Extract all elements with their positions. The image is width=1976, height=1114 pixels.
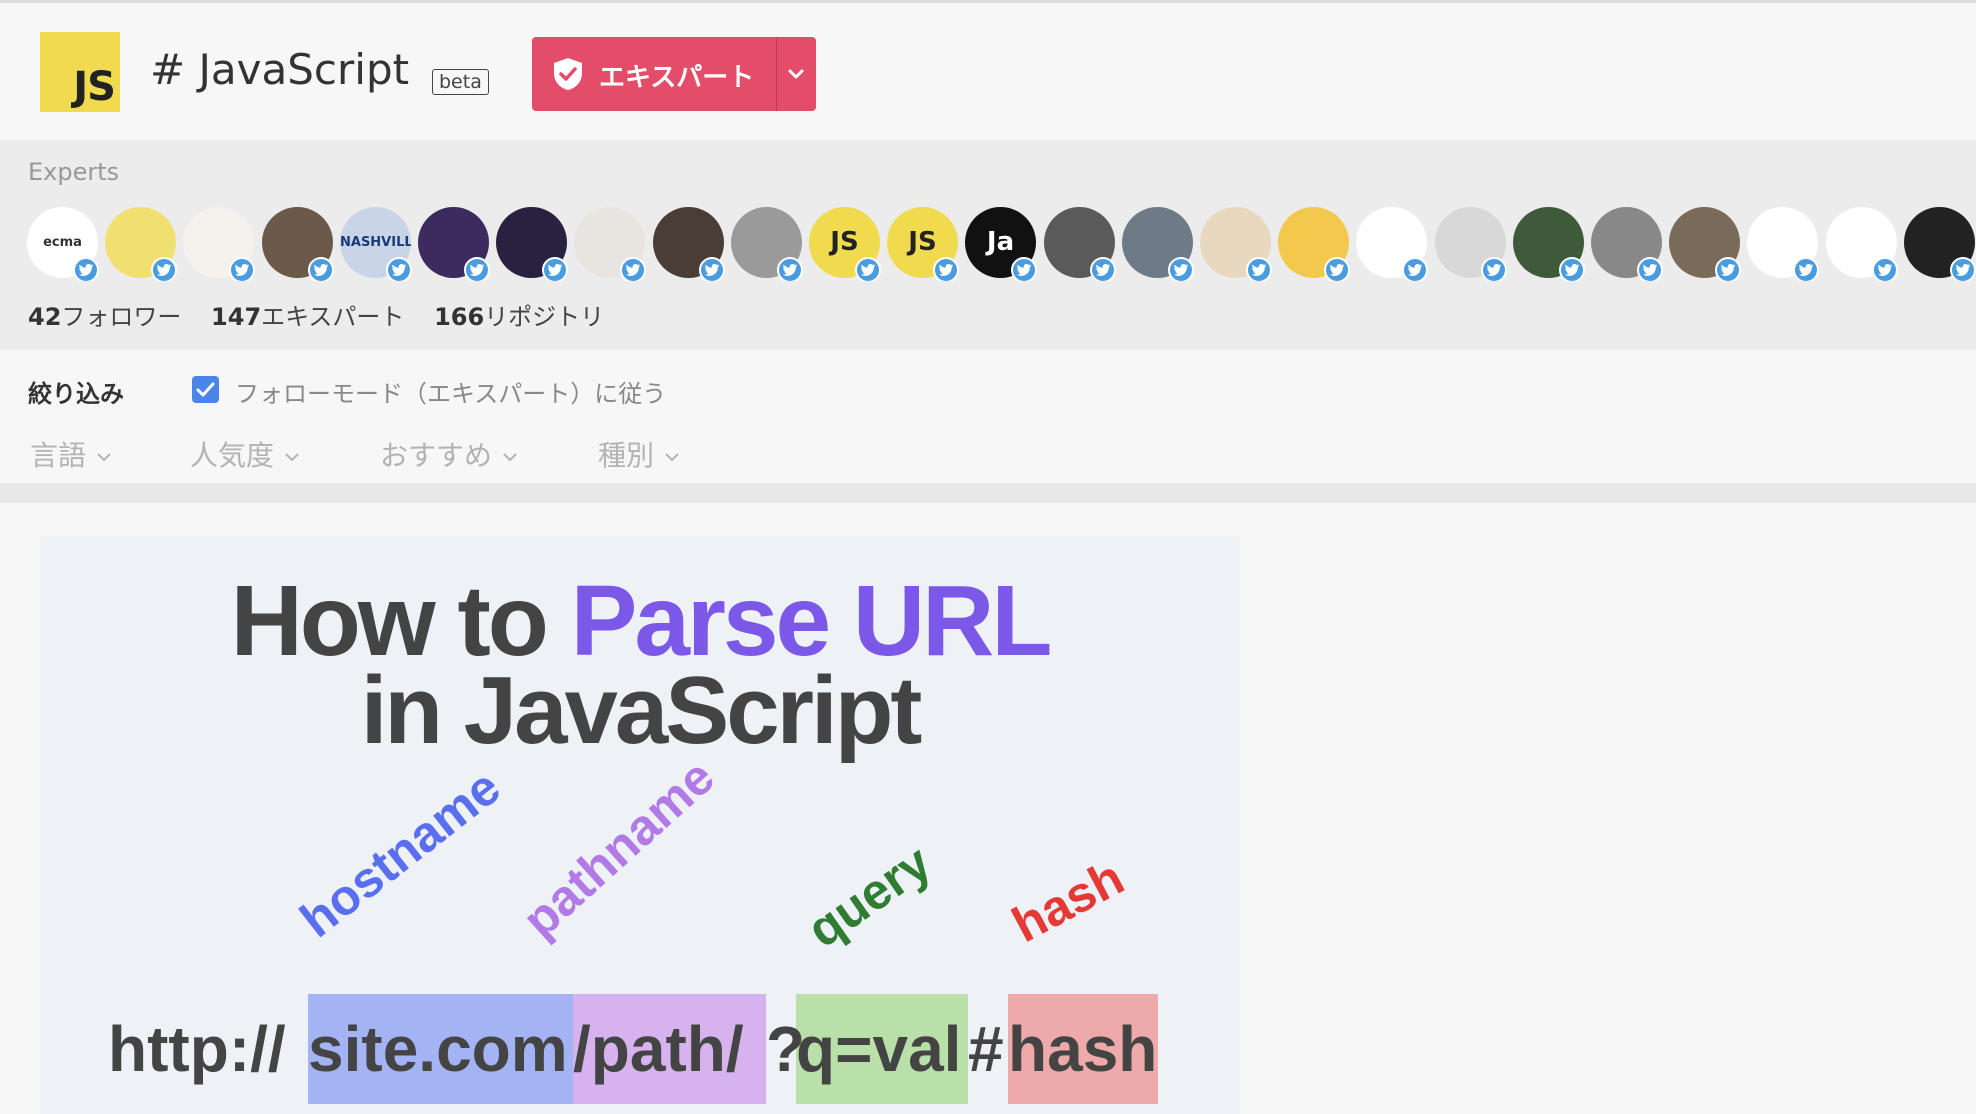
twitter-icon	[1402, 257, 1428, 281]
js-logo: JS	[40, 32, 120, 112]
twitter-icon	[1481, 257, 1507, 281]
tag-header: JS # JavaScript beta エキスパート	[0, 3, 1976, 140]
recommended-dropdown[interactable]: おすすめ	[380, 434, 518, 474]
twitter-icon	[542, 257, 568, 281]
followers-stat[interactable]: 42フォロワー	[28, 303, 181, 331]
beta-badge: beta	[432, 69, 489, 95]
chevron-down-icon	[285, 453, 299, 462]
twitter-icon	[1168, 257, 1194, 281]
language-dropdown[interactable]: 言語	[30, 434, 112, 474]
chevron-down-icon[interactable]	[784, 63, 808, 85]
url-hashmark: #	[968, 1013, 1004, 1085]
twitter-icon	[1011, 257, 1037, 281]
article-thumbnail[interactable]: How to Parse URL in JavaScript hostname …	[40, 536, 1240, 1114]
twitter-icon	[386, 257, 412, 281]
section-divider	[0, 483, 1976, 503]
twitter-icon	[151, 257, 177, 281]
url-query: q=val	[796, 1013, 962, 1085]
popularity-dropdown[interactable]: 人気度	[190, 434, 300, 474]
chevron-down-icon	[503, 453, 517, 462]
experts-stat[interactable]: 147エキスパート	[211, 303, 404, 331]
expert-button[interactable]: エキスパート	[532, 37, 816, 111]
twitter-icon	[1793, 257, 1819, 281]
twitter-icon	[1950, 257, 1976, 281]
shield-check-icon	[554, 58, 582, 90]
hash-label: hash	[1003, 848, 1133, 954]
twitter-icon	[1715, 257, 1741, 281]
twitter-icon	[1559, 257, 1585, 281]
pathname-label: pathname	[511, 748, 725, 949]
checkmark-icon	[196, 382, 215, 397]
filter-section: 絞り込み フォローモード（エキスパート）に従う 言語 人気度 おすすめ 種別	[0, 350, 1976, 483]
url-hash: hash	[1008, 1013, 1158, 1085]
expert-avatar-list: ecmaNASHVILLEJSJSJa	[27, 207, 1976, 281]
follow-mode-checkbox[interactable]	[192, 376, 219, 403]
page-title: # JavaScript	[150, 45, 410, 94]
twitter-icon	[1246, 257, 1272, 281]
twitter-icon	[229, 257, 255, 281]
twitter-icon	[1637, 257, 1663, 281]
tag-stats: 42フォロワー 147エキスパート 166リポジトリ	[28, 297, 626, 332]
hostname-label: hostname	[289, 758, 511, 949]
twitter-icon	[933, 257, 959, 281]
twitter-icon	[1324, 257, 1350, 281]
twitter-icon	[1090, 257, 1116, 281]
js-logo-text: JS	[73, 64, 116, 110]
feed-content: How to Parse URL in JavaScript hostname …	[0, 503, 1976, 1114]
url-example: http:// site.com /path/ ? q=val # hash	[40, 994, 1240, 1104]
twitter-icon	[699, 257, 725, 281]
url-protocol: http://	[108, 1013, 286, 1085]
follow-mode-label[interactable]: フォローモード（エキスパート）に従う	[235, 374, 666, 409]
type-dropdown[interactable]: 種別	[598, 434, 680, 474]
twitter-icon	[777, 257, 803, 281]
experts-label: Experts	[28, 158, 120, 186]
experts-section: Experts ecmaNASHVILLEJSJSJa 42フォロワー 147エ…	[0, 140, 1976, 350]
repositories-stat[interactable]: 166リポジトリ	[434, 303, 604, 331]
expert-button-label: エキスパート	[599, 63, 755, 93]
twitter-icon	[308, 257, 334, 281]
twitter-icon	[855, 257, 881, 281]
chevron-down-icon	[97, 453, 111, 462]
query-label: query	[797, 834, 941, 959]
twitter-icon	[1872, 257, 1898, 281]
button-separator	[776, 37, 777, 111]
chevron-down-icon	[665, 453, 679, 462]
filter-label: 絞り込み	[28, 380, 124, 408]
twitter-icon	[620, 257, 646, 281]
url-host: site.com	[308, 1013, 568, 1085]
twitter-icon	[73, 257, 99, 281]
image-title-line2: in JavaScript	[360, 657, 923, 764]
url-path: /path/	[573, 1013, 744, 1085]
twitter-icon	[464, 257, 490, 281]
